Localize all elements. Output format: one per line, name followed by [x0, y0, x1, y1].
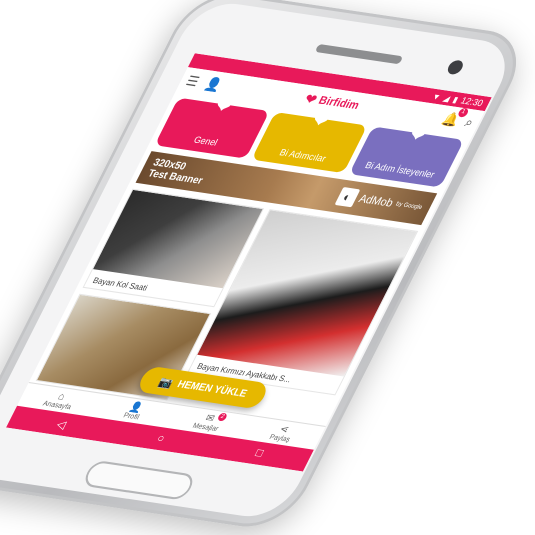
category-label: Genel [191, 134, 220, 148]
admob-logo: ◐ AdMob by Google [334, 186, 426, 217]
logo-text: Birfidim [316, 94, 362, 113]
category-label: Bi Adımcılar [277, 147, 328, 164]
nav-label: Paylaş [268, 433, 292, 444]
phone-body: ▼ ◢ ▮ 12:30 ☰ 👤 ❤ Birfidim 🔔 1 ⌕ ❤ Genel… [0, 0, 535, 533]
camera-icon: 📷 [156, 375, 176, 390]
status-time: 12:30 [458, 95, 486, 109]
heart-feet-icon: ❤ [211, 95, 236, 118]
heart-feet-icon: ❤ [405, 124, 430, 147]
signal-icon: ◢ [441, 93, 453, 103]
category-bi-adimcilar[interactable]: ❤ Bi Adımcılar [251, 109, 368, 174]
app-screen: ▼ ◢ ▮ 12:30 ☰ 👤 ❤ Birfidim 🔔 1 ⌕ ❤ Genel… [6, 53, 492, 472]
hamburger-menu-icon[interactable]: ☰ [183, 73, 202, 90]
user-icon[interactable]: 👤 [201, 76, 225, 94]
back-icon[interactable]: ◁ [54, 417, 68, 431]
front-camera [445, 59, 466, 76]
category-label: Bi Adım İsteyenler [363, 159, 437, 180]
upload-button-label: HEMEN YÜKLE [175, 378, 250, 400]
battery-icon: ▮ [451, 94, 460, 105]
messages-badge: 2 [216, 412, 229, 422]
home-circle-icon[interactable]: ○ [155, 432, 167, 445]
admob-label: AdMob [356, 192, 396, 210]
wifi-icon: ▼ [430, 91, 443, 102]
nav-label: Mesajlar [191, 422, 220, 433]
recents-icon[interactable]: □ [253, 447, 265, 460]
category-bi-adim-isteyenler[interactable]: ❤ Bi Adım İsteyenler [348, 124, 465, 188]
notifications-button[interactable]: 🔔 1 [439, 107, 470, 130]
category-genel[interactable]: ❤ Genel [154, 95, 270, 159]
product-title: Bayan Kol Saati [91, 275, 150, 293]
banner-text: 320x50 Test Banner [145, 157, 205, 187]
speaker-grille [314, 43, 404, 65]
home-icon: ⌂ [56, 390, 68, 403]
nav-label: Profil [122, 411, 141, 421]
home-hardware-button[interactable] [80, 459, 198, 501]
phone-mockup: ▼ ◢ ▮ 12:30 ☰ 👤 ❤ Birfidim 🔔 1 ⌕ ❤ Genel… [0, 0, 535, 535]
phone-inner: ▼ ◢ ▮ 12:30 ☰ 👤 ❤ Birfidim 🔔 1 ⌕ ❤ Genel… [0, 0, 520, 522]
heart-feet-icon: ❤ [308, 109, 333, 132]
admob-sublabel: by Google [394, 201, 424, 212]
